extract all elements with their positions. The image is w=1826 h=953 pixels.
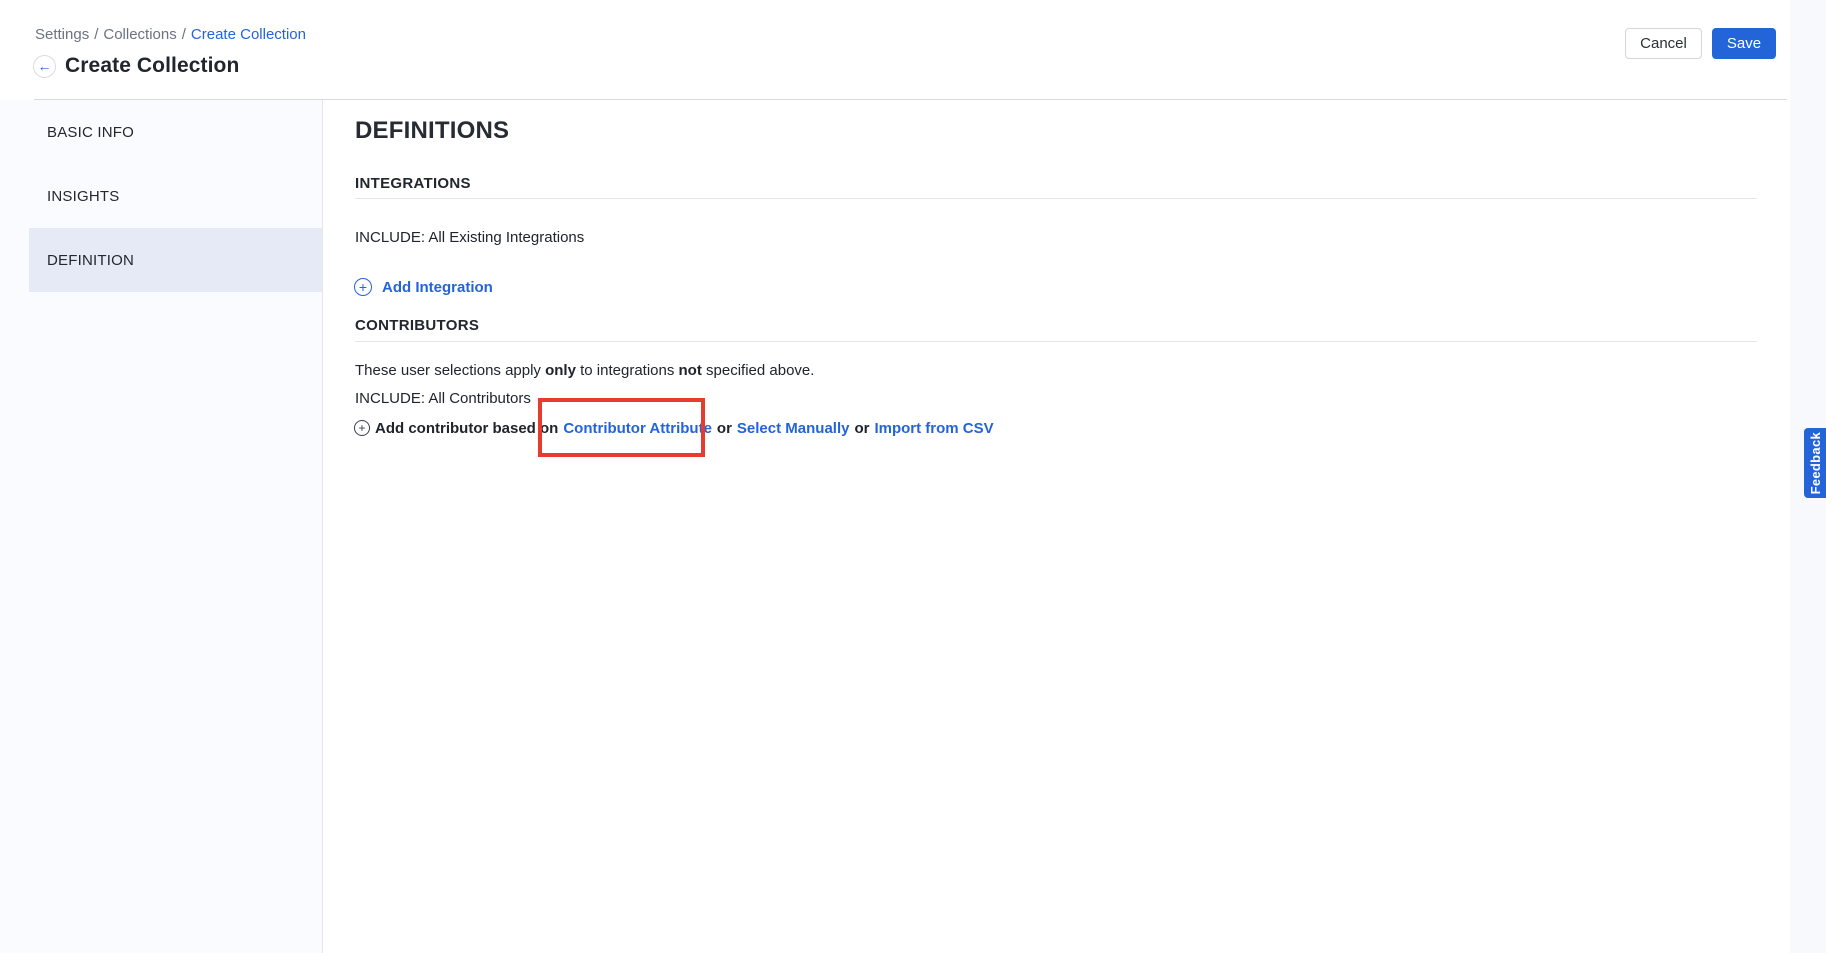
breadcrumb-create-collection[interactable]: Create Collection — [191, 26, 306, 43]
feedback-tab-label: Feedback — [1808, 432, 1823, 494]
breadcrumb-separator: / — [182, 26, 186, 43]
breadcrumb-collections[interactable]: Collections — [103, 26, 176, 43]
save-button[interactable]: Save — [1712, 28, 1776, 59]
select-manually-link[interactable]: Select Manually — [737, 420, 850, 437]
create-collection-page: Settings / Collections / Create Collection ←… — [0, 0, 1826, 953]
breadcrumb: Settings / Collections / Create Collection — [35, 25, 306, 44]
add-integration-link[interactable]: + Add Integration — [354, 277, 493, 297]
note-bold-only: only — [545, 362, 576, 379]
note-bold-not: not — [679, 362, 702, 379]
definitions-heading: DEFINITIONS — [355, 116, 509, 146]
breadcrumb-settings[interactable]: Settings — [35, 26, 89, 43]
integrations-section-label: INTEGRATIONS — [355, 174, 471, 194]
cancel-button[interactable]: Cancel — [1625, 28, 1702, 59]
breadcrumb-separator: / — [94, 26, 98, 43]
integrations-divider — [355, 198, 1757, 199]
add-contributor-prefix: Add contributor based on — [375, 420, 558, 437]
add-integration-label: Add Integration — [382, 279, 493, 296]
contributors-section-label: CONTRIBUTORS — [355, 316, 479, 336]
back-button[interactable]: ← — [33, 55, 56, 78]
plus-circle-icon: + — [354, 278, 372, 296]
sidebar: BASIC INFO INSIGHTS DEFINITION — [0, 100, 323, 953]
note-text: to integrations — [576, 362, 679, 379]
or-text: or — [854, 420, 869, 437]
contributors-note: These user selections apply only to inte… — [355, 361, 814, 381]
feedback-tab[interactable]: Feedback — [1804, 428, 1826, 498]
plus-circle-icon: + — [354, 420, 370, 436]
contributors-include-line: INCLUDE: All Contributors — [355, 389, 531, 409]
sidebar-item-definition[interactable]: DEFINITION — [29, 228, 322, 292]
sidebar-item-basic-info[interactable]: BASIC INFO — [0, 100, 322, 164]
back-arrow-icon: ← — [38, 58, 52, 74]
sidebar-item-insights[interactable]: INSIGHTS — [0, 164, 322, 228]
or-text: or — [717, 420, 732, 437]
page-title: Create Collection — [65, 52, 239, 80]
contributor-attribute-link[interactable]: Contributor Attribute — [563, 420, 712, 437]
integrations-include-line: INCLUDE: All Existing Integrations — [355, 228, 584, 248]
contributors-divider — [355, 341, 1757, 342]
import-from-csv-link[interactable]: Import from CSV — [874, 420, 993, 437]
main-content: DEFINITIONS INTEGRATIONS INCLUDE: All Ex… — [323, 100, 1790, 953]
add-contributor-row: + Add contributor based on Contributor A… — [354, 418, 994, 438]
note-text: These user selections apply — [355, 362, 545, 379]
note-text: specified above. — [702, 362, 815, 379]
